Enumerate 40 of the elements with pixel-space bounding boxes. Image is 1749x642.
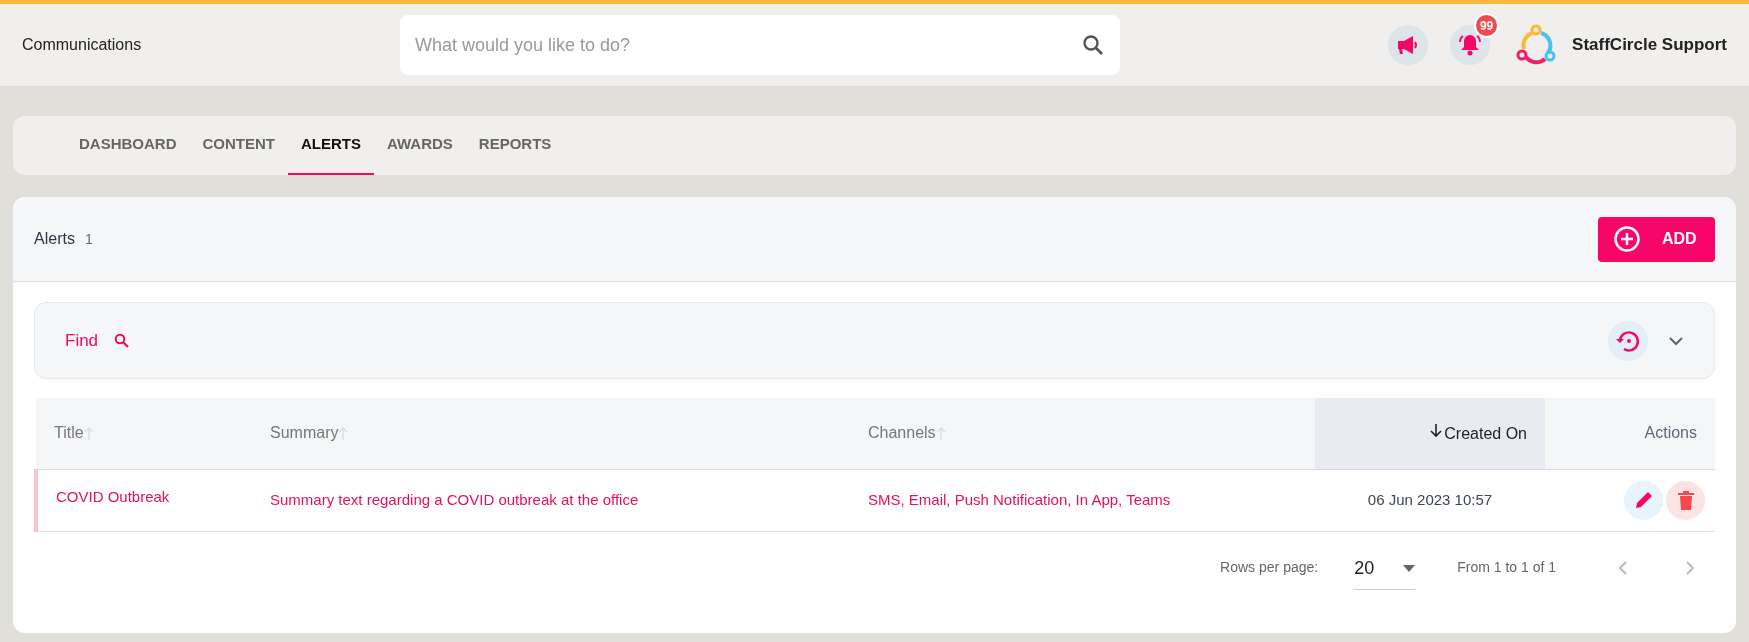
page-title: Communications <box>22 35 143 55</box>
edit-button[interactable] <box>1624 480 1663 520</box>
pencil-icon <box>1633 490 1654 510</box>
column-header[interactable]: Channels <box>868 421 936 446</box>
column-header[interactable]: Title <box>54 421 84 446</box>
pagination-range: From 1 to 1 of 1 <box>1457 558 1556 577</box>
next-page-icon[interactable] <box>1685 559 1695 576</box>
search-icon <box>114 333 130 348</box>
delete-button[interactable] <box>1666 480 1705 520</box>
announcement-button[interactable] <box>1388 25 1429 65</box>
dropdown-arrow-icon <box>1403 564 1416 572</box>
find-button[interactable]: Find <box>65 327 130 354</box>
panel-title: Alerts <box>34 229 75 249</box>
user-name[interactable]: StaffCircle Support <box>1572 32 1727 58</box>
tab[interactable]: AWARDS <box>374 116 466 175</box>
column-header[interactable]: Actions <box>1644 421 1697 446</box>
channels-cell: SMS, Email, Push Notification, In App, Teams <box>868 490 1171 508</box>
alert-title-link[interactable]: COVID Outbreak <box>56 487 170 505</box>
alerts-count: 1 <box>84 229 93 249</box>
notification-count: 99 <box>1474 13 1500 38</box>
sort-arrow-icon[interactable] <box>1430 423 1443 438</box>
tab[interactable]: DASHBOARD <box>66 116 190 175</box>
previous-page-icon[interactable] <box>1618 559 1628 576</box>
plus-circle-icon <box>1614 226 1640 252</box>
summary-cell: Summary text regarding a COVID outbreak at the office <box>270 490 639 508</box>
tab[interactable]: CONTENT <box>189 116 288 175</box>
add-button[interactable]: ADD <box>1598 216 1715 262</box>
reset-button[interactable] <box>1608 320 1648 361</box>
tab[interactable]: ALERTS <box>288 116 374 175</box>
chevron-down-icon[interactable] <box>1668 335 1684 346</box>
rows-per-page-label: Rows per page: <box>1220 558 1319 577</box>
search-field[interactable]: What would you like to do? <box>400 15 1120 75</box>
column-header[interactable]: Created On <box>1444 421 1527 446</box>
rows-per-page-select[interactable]: 20 <box>1354 545 1416 590</box>
column-header[interactable]: Summary <box>270 421 339 446</box>
bell-icon <box>1457 33 1484 57</box>
tab[interactable]: REPORTS <box>465 116 565 175</box>
search-icon <box>1081 33 1105 57</box>
trash-icon <box>1677 490 1694 510</box>
created-on-cell: 06 Jun 2023 10:57 <box>1367 490 1493 508</box>
